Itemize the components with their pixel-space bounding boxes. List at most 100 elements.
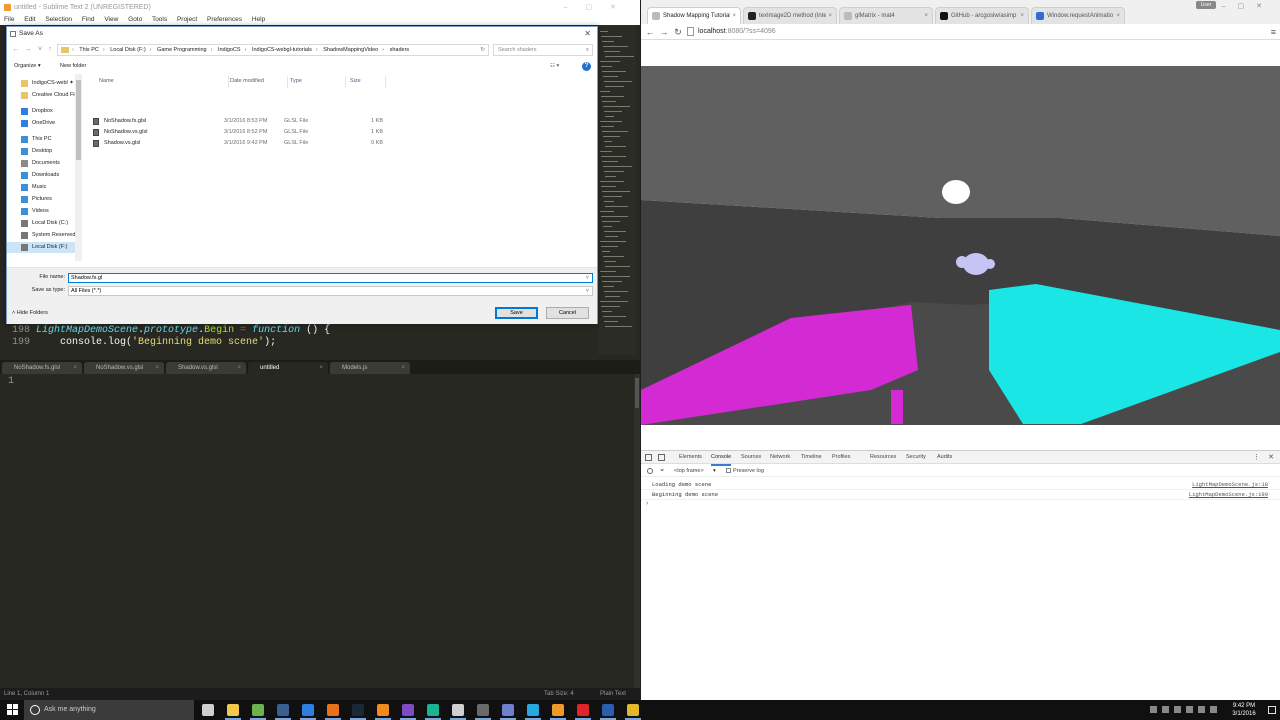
tab-noshadow-fs[interactable]: NoShadow.fs.glsl × — [2, 362, 82, 374]
context-selector[interactable]: <top frame> — [674, 465, 704, 477]
tab-untitled[interactable]: untitled × — [248, 362, 328, 374]
devtools-close-icon[interactable]: ✕ — [1268, 451, 1274, 464]
file-row[interactable]: NoShadow.vs.glsl 3/1/2016 8:52 PM GLSL Fil… — [93, 127, 393, 137]
url-bar[interactable]: localhost:8080/?ss=4096 — [685, 25, 1259, 38]
help-icon[interactable]: ? — [582, 62, 591, 71]
console-prompt[interactable]: › — [646, 500, 648, 507]
blender-icon[interactable] — [375, 704, 391, 720]
browser-tab[interactable]: Shadow Mapping Tutorial × — [647, 7, 741, 24]
recent-locations-chevron-icon[interactable]: ˅ — [35, 44, 45, 56]
nav-item-downloads[interactable]: Downloads — [7, 170, 79, 181]
language-icon[interactable] — [1186, 706, 1193, 713]
keyboard-icon[interactable] — [1210, 706, 1217, 713]
browser-tab[interactable]: texImage2D method (Inte × — [743, 7, 837, 24]
powershell-icon[interactable] — [600, 704, 616, 720]
green-app-icon[interactable] — [250, 704, 266, 720]
up-arrow-icon[interactable]: ↑ — [45, 44, 55, 56]
back-arrow-icon[interactable]: ← — [11, 44, 21, 56]
menu-view[interactable]: View — [104, 16, 118, 23]
device-mode-icon[interactable] — [658, 454, 665, 461]
navigation-scrollbar[interactable] — [75, 74, 82, 261]
menu-selection[interactable]: Selection — [45, 16, 72, 23]
menu-find[interactable]: Find — [82, 16, 95, 23]
cortana-search[interactable]: Ask me anything — [24, 700, 194, 720]
inspect-element-icon[interactable] — [645, 454, 652, 461]
column-divider[interactable] — [385, 76, 386, 88]
nav-item-pictures[interactable]: Pictures — [7, 194, 79, 205]
devtools-tab-profiles[interactable]: Profiles — [832, 451, 850, 464]
tab-close-icon[interactable]: × — [922, 8, 928, 24]
tab-close-icon[interactable]: × — [1018, 8, 1024, 24]
browser-tab[interactable]: glMatrix - mat4 × — [839, 7, 933, 24]
devtools-tab-resources[interactable]: Resources — [870, 451, 896, 464]
terminal-icon[interactable] — [475, 704, 491, 720]
show-hidden-icons-icon[interactable] — [1150, 706, 1157, 713]
nav-item-local-disk-f[interactable]: Local Disk (F:) — [7, 242, 79, 253]
skype-icon[interactable] — [525, 704, 541, 720]
browser-tab[interactable]: Window.requestAnimatio × — [1031, 7, 1125, 24]
breadcrumb-this-pc[interactable]: This PC — [79, 47, 99, 53]
fl-studio-icon[interactable] — [550, 704, 566, 720]
firefox-icon[interactable] — [325, 704, 341, 720]
editor-area[interactable]: 1 — [0, 374, 640, 688]
menu-project[interactable]: Project — [177, 16, 197, 23]
menu-goto[interactable]: Goto — [128, 16, 142, 23]
menu-file[interactable]: File — [4, 16, 14, 23]
tab-size-indicator[interactable]: Tab Size: 4 — [544, 688, 574, 700]
devtools-tab-timeline[interactable]: Timeline — [801, 451, 822, 464]
tab-noshadow-vs[interactable]: NoShadow.vs.glsl × — [84, 362, 164, 374]
preserve-log-checkbox[interactable] — [726, 468, 731, 473]
breadcrumb-indigocs[interactable]: IndigoCS — [218, 47, 241, 53]
forward-arrow-icon[interactable]: → — [23, 44, 33, 56]
refresh-icon[interactable]: ↻ — [480, 45, 485, 55]
editor-scrollbar[interactable] — [634, 374, 640, 688]
forward-arrow-icon[interactable]: → — [658, 25, 670, 39]
breadcrumb-game-programming[interactable]: Game Programming — [157, 47, 207, 53]
address-bar[interactable]: › This PC › Local Disk (F:) › Game Program… — [57, 44, 489, 56]
hide-folders-button[interactable]: ˄ Hide Folders — [12, 310, 48, 316]
chevron-down-icon[interactable]: ˅ — [586, 287, 589, 295]
breadcrumb-shadowmappingvideo[interactable]: ShadowMappingVideo — [323, 47, 378, 53]
devtools-tab-elements[interactable]: Elements — [679, 451, 702, 464]
task-view-icon[interactable] — [202, 704, 214, 716]
heart-app-icon[interactable] — [575, 704, 591, 720]
breadcrumb-local-disk[interactable]: Local Disk (F:) — [110, 47, 145, 53]
nav-item-onedrive[interactable]: OneDrive — [7, 118, 79, 129]
menu-edit[interactable]: Edit — [24, 16, 35, 23]
tab-close-icon[interactable]: × — [1114, 8, 1120, 24]
chevron-down-icon[interactable]: ˅ — [586, 274, 589, 282]
battery-icon[interactable] — [1198, 706, 1205, 713]
dialog-close-icon[interactable]: ✕ — [584, 27, 591, 41]
nav-item-music[interactable]: Music — [7, 182, 79, 193]
breadcrumb-shaders[interactable]: shaders — [390, 47, 410, 53]
browser-tab[interactable]: GitHub - arcgoslw/asimp × — [935, 7, 1029, 24]
webgl-canvas[interactable] — [641, 40, 1280, 425]
tab-close-icon[interactable]: × — [730, 8, 736, 24]
log-source-link[interactable]: LightMapDemoScene.js:18 — [1192, 480, 1268, 490]
more-options-icon[interactable]: ⋮ — [1253, 451, 1260, 464]
view-options-icon[interactable]: ☷ ▾ — [550, 60, 559, 73]
breadcrumb-webgl-tutorials[interactable]: IndigoCS-webgl-tutorials — [252, 47, 312, 53]
chrome-menu-icon[interactable]: ≡ — [1271, 25, 1276, 39]
save-type-select[interactable]: All Files (*.*) ˅ — [68, 286, 593, 296]
back-arrow-icon[interactable]: ← — [644, 25, 656, 39]
syntax-indicator[interactable]: Plain Text — [600, 688, 626, 700]
nav-item-this-pc[interactable]: This PC — [7, 134, 79, 145]
tab-close-icon[interactable]: × — [237, 362, 241, 374]
file-row[interactable]: NoShadow.fs.glsl 3/1/2016 8:53 PM GLSL Fil… — [93, 116, 393, 126]
nav-item-dropbox[interactable]: Dropbox — [7, 106, 79, 117]
chrome-icon[interactable] — [625, 704, 641, 720]
volume-icon[interactable] — [1174, 706, 1181, 713]
nav-item-creative-cloud-fil[interactable]: Creative Cloud Fil — [7, 90, 79, 101]
column-header-name[interactable]: Name — [99, 78, 114, 84]
edge-icon[interactable] — [300, 704, 316, 720]
tab-shadow-vs[interactable]: Shadow.vs.glsl × — [166, 362, 246, 374]
file-name-input[interactable]: Shadow.fs.gl ˅ — [68, 273, 593, 283]
action-center-icon[interactable] — [1268, 706, 1276, 714]
menu-tools[interactable]: Tools — [152, 16, 167, 23]
devtools-tab-network[interactable]: Network — [770, 451, 790, 464]
tab-close-icon[interactable]: × — [155, 362, 159, 374]
log-source-link[interactable]: LightMapDemoScene.js:199 — [1189, 490, 1268, 500]
scrollbar-thumb[interactable] — [76, 80, 81, 160]
clear-console-icon[interactable] — [647, 468, 653, 474]
